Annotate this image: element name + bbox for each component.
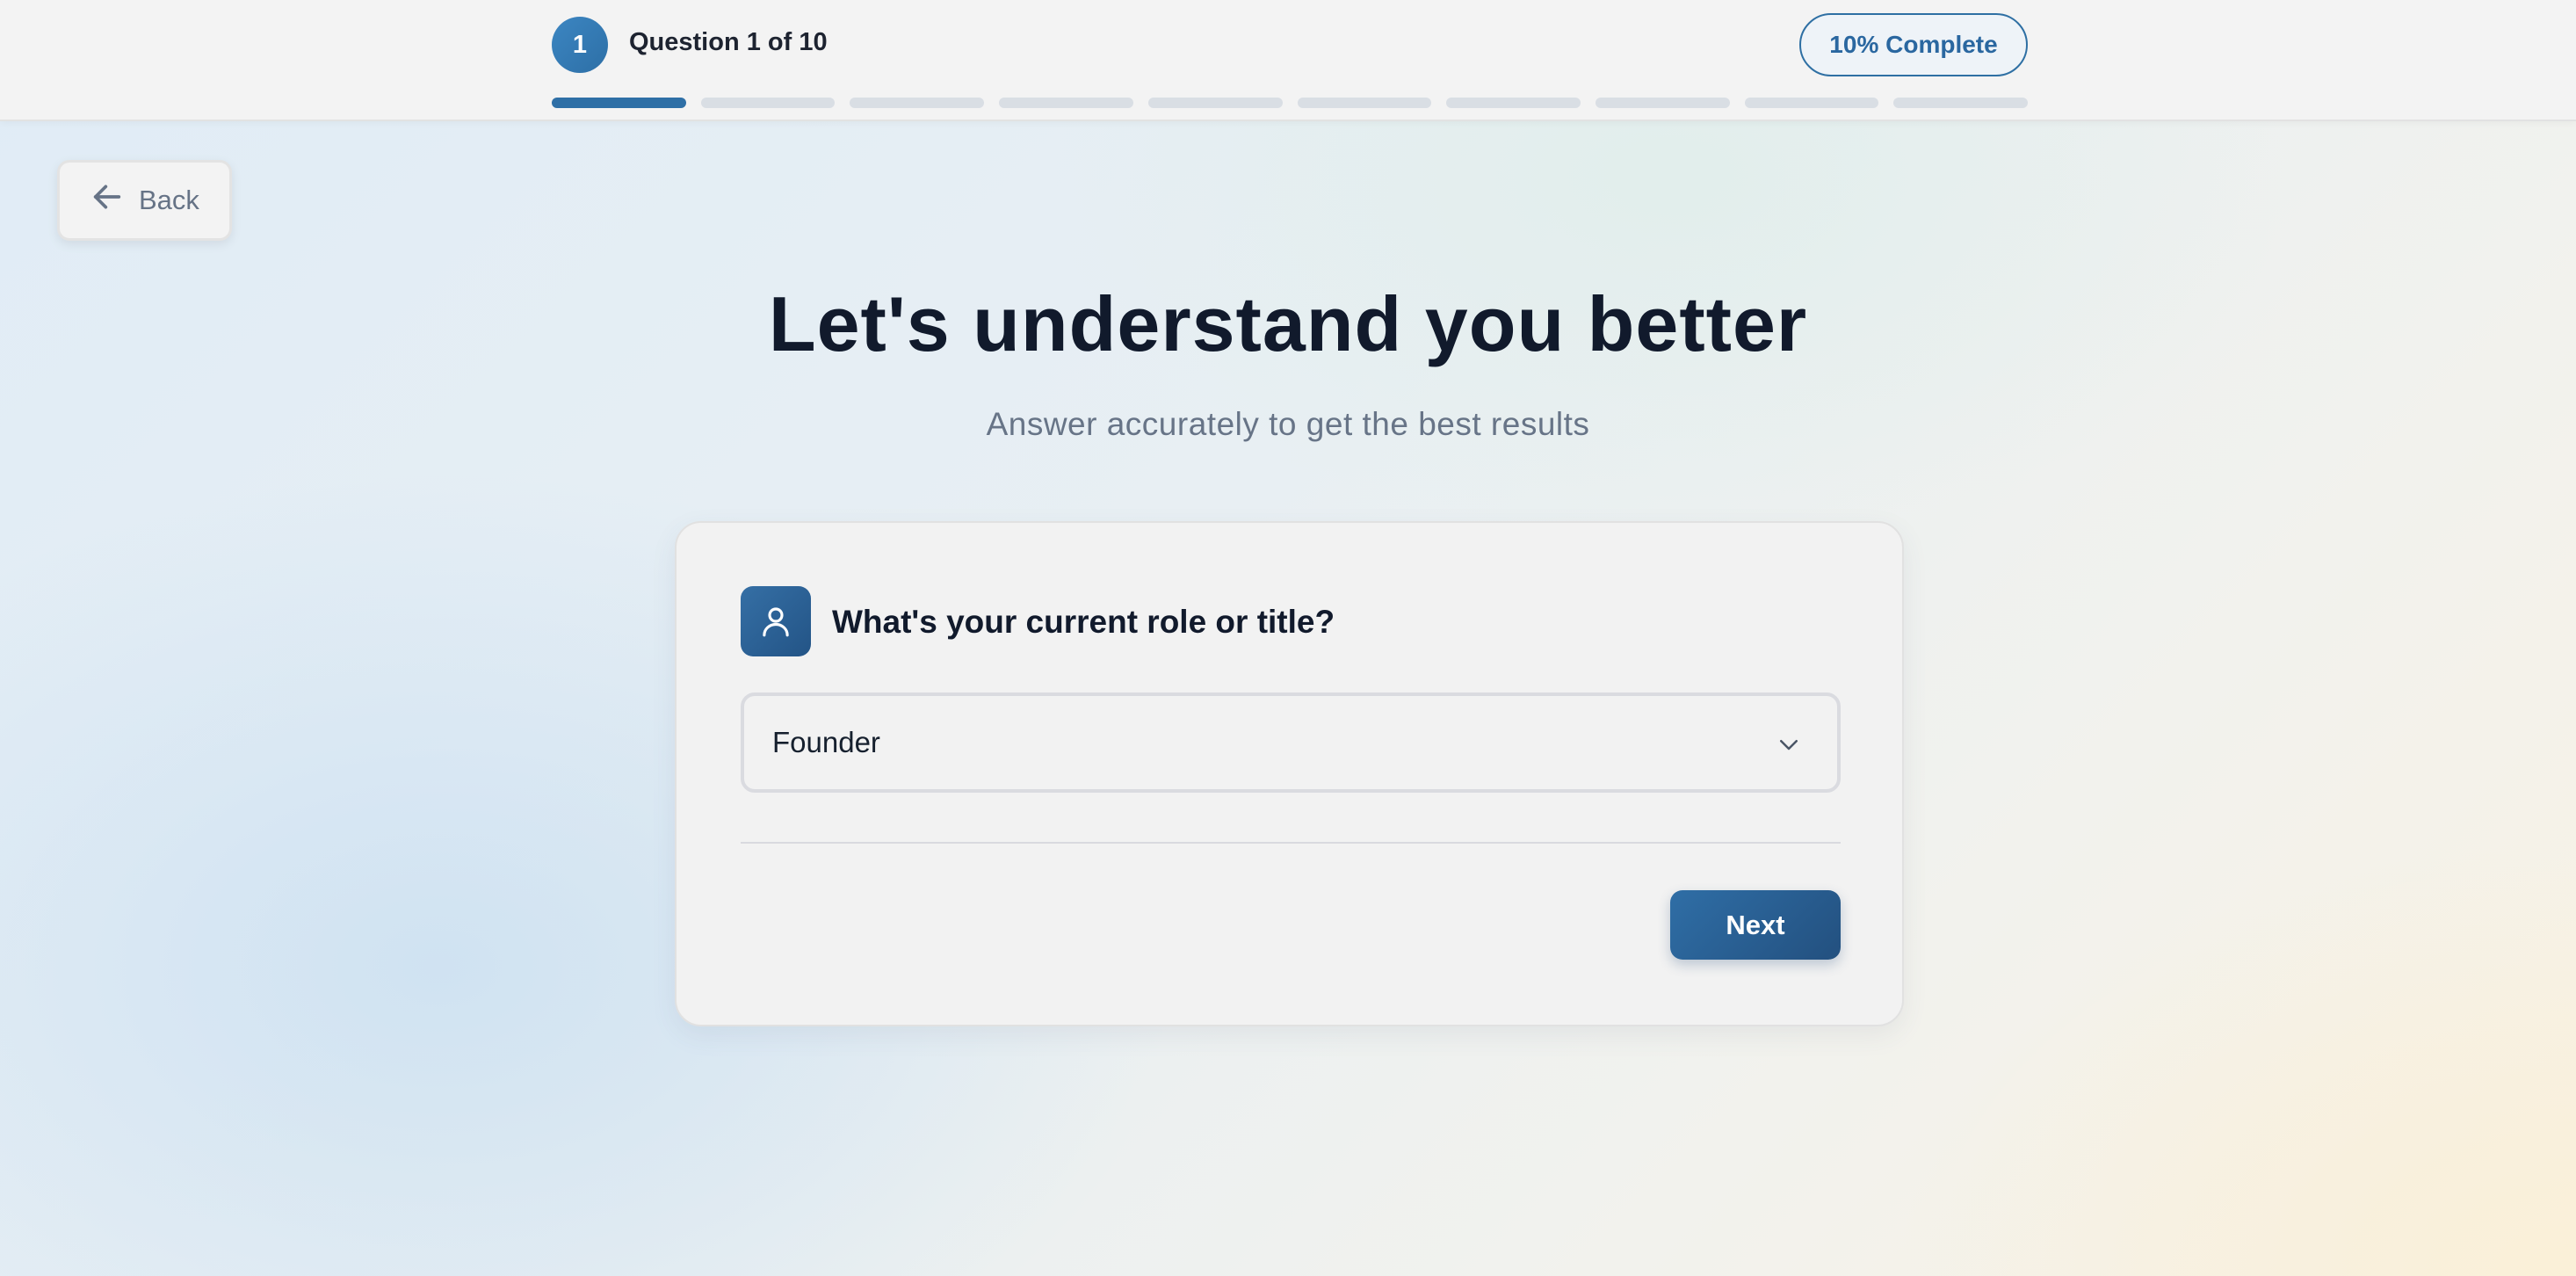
progress-segment [1297,98,1432,108]
step-label: Question 1 of 10 [629,28,828,56]
progress-segment [1893,98,2029,108]
next-button[interactable]: Next [1670,890,1841,960]
step-number-badge: 1 [552,17,608,73]
progress-bar [552,98,2029,108]
back-button-label: Back [139,185,199,215]
progress-segment [999,98,1133,108]
question-card: What's your current role or title? Found… [675,521,1904,1026]
completion-badge: 10% Complete [1799,13,2028,76]
chevron-down-icon [1776,731,1802,758]
progress-segment [850,98,985,108]
top-progress-header: 1 Question 1 of 10 10% Complete [0,0,2576,121]
user-icon [741,586,811,656]
progress-segment [552,98,686,108]
page-title: Let's understand you better [768,280,1808,367]
progress-segment [1595,98,1730,108]
role-select[interactable]: Founder [741,692,1841,793]
page-subtitle: Answer accurately to get the best result… [986,406,1590,442]
back-button[interactable]: Back [57,160,232,241]
question-text: What's your current role or title? [832,604,1335,640]
arrow-left-icon [90,179,125,221]
progress-segment [1147,98,1283,108]
progress-segment [1446,98,1581,108]
progress-segment [1744,98,1879,108]
progress-segment [700,98,836,108]
role-select-value: Founder [772,726,880,758]
card-divider [741,842,1841,844]
